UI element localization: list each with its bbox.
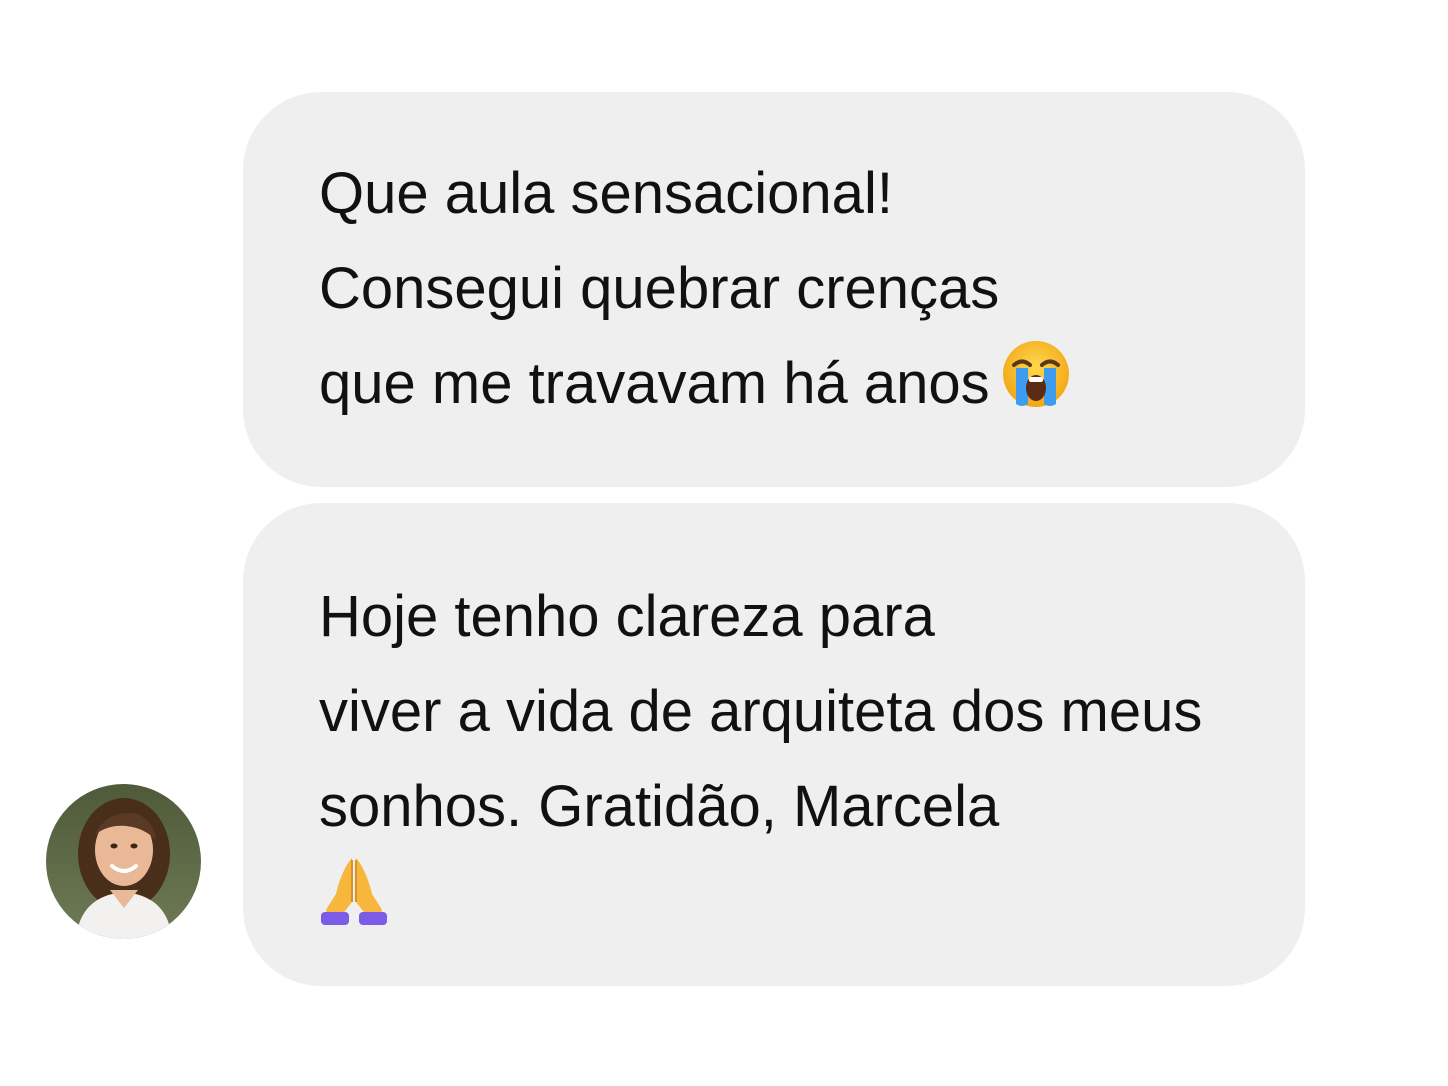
message-line: sonhos. Gratidão, Marcela (319, 774, 1000, 839)
folded-hands-icon (319, 854, 389, 969)
message-bubble[interactable]: Que aula sensacional! Consegui quebrar c… (243, 92, 1305, 487)
message-line: Hoje tenho clareza para (319, 584, 935, 649)
message-line-text: que me travavam há anos (319, 351, 990, 416)
emoji-line (319, 854, 1275, 949)
message-line: Consegui quebrar crenças (319, 256, 1000, 321)
loudly-crying-face-icon (1000, 338, 1072, 438)
message-line: que me travavam há anos (319, 336, 1275, 438)
message-line: Que aula sensacional! (319, 161, 893, 226)
message-bubble[interactable]: Hoje tenho clareza para viver a vida de … (243, 503, 1305, 986)
sender-avatar[interactable] (46, 784, 201, 939)
message-line: viver a vida de arquiteta dos meus (319, 679, 1203, 744)
